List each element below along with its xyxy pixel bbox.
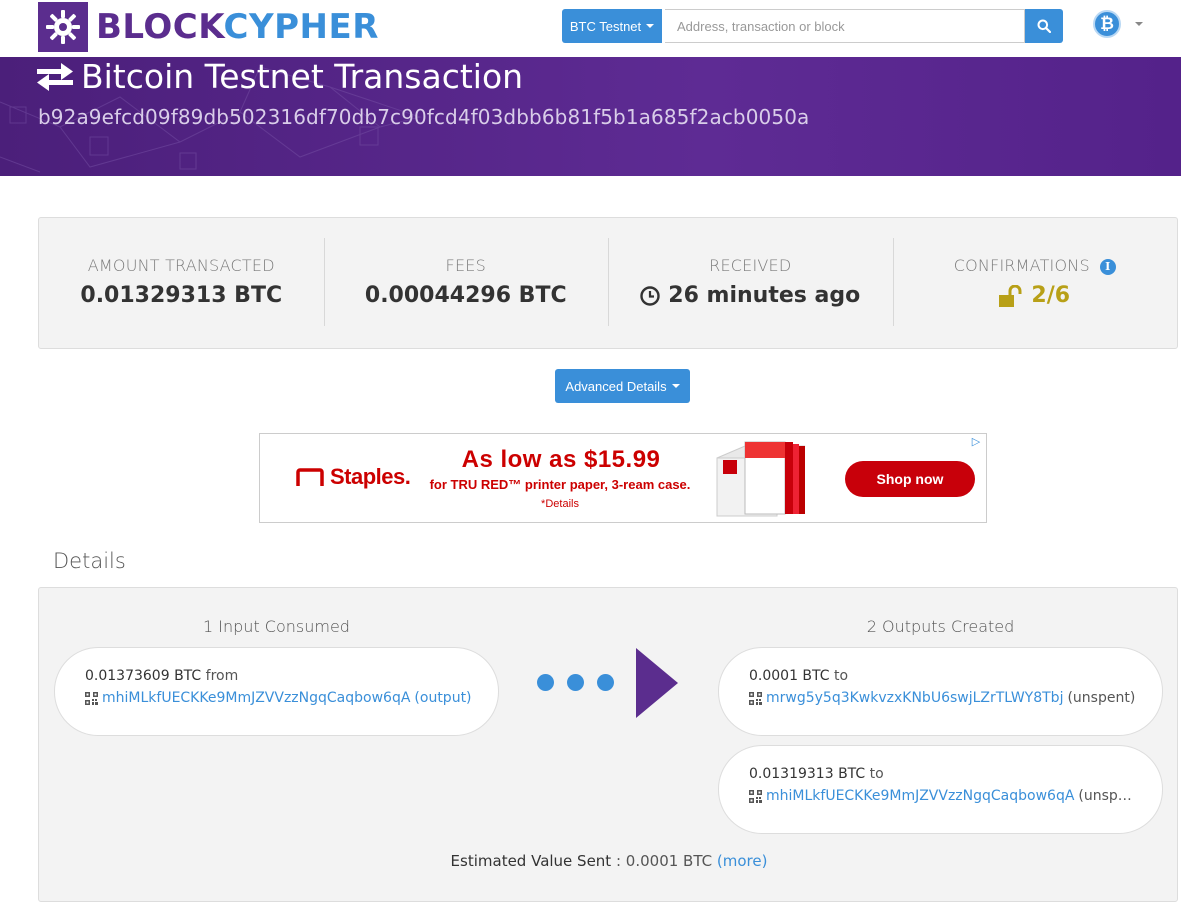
- transaction-hash: b92a9efcd09f89db502316df70db7c90fcd4f03d…: [38, 105, 810, 129]
- ad-shop-now-button[interactable]: Shop now: [845, 461, 975, 497]
- stat-label: CONFIRMATIONS i: [893, 256, 1178, 275]
- flow-dot: [567, 674, 584, 691]
- input-address-line: mhiMLkfUECKKe9MmJZVVzzNgqCaqbow6qA (outp…: [85, 690, 498, 706]
- inputs-heading: 1 Input Consumed: [203, 617, 350, 636]
- exchange-arrows-icon: [37, 62, 73, 91]
- qr-code-icon[interactable]: [85, 691, 98, 705]
- stat-value: 2/6: [893, 283, 1178, 308]
- search-input[interactable]: [665, 9, 1025, 43]
- input-address-link[interactable]: mhiMLkfUECKKe9MmJZVVzzNgqCaqbow6qA: [102, 690, 410, 706]
- unlock-icon: [999, 284, 1022, 307]
- estimate-value: : 0.0001 BTC: [615, 852, 713, 870]
- caret-down-icon: [671, 384, 680, 388]
- info-icon[interactable]: i: [1099, 258, 1116, 275]
- advanced-details-label: Advanced Details: [565, 378, 667, 394]
- network-dropdown-button[interactable]: BTC Testnet: [562, 9, 662, 43]
- input-direction: from: [205, 668, 239, 684]
- ad-brand-logo: Staples.: [296, 464, 411, 490]
- stat-fees: FEES 0.00044296 BTC: [323, 218, 609, 348]
- output-direction: to: [834, 668, 849, 684]
- estimated-value-sent: Estimated Value Sent : 0.0001 BTC (more): [39, 852, 1179, 870]
- brand-logo[interactable]: BLOCKCYPHER: [38, 2, 379, 52]
- output-direction: to: [869, 766, 884, 782]
- stat-received: RECEIVED 26 minutes ago: [608, 218, 893, 348]
- adchoices-icon[interactable]: ▷: [966, 434, 986, 448]
- transaction-hero-banner: Bitcoin Testnet Transaction b92a9efcd09f…: [0, 57, 1181, 176]
- flow-dot: [537, 674, 554, 691]
- advanced-details-button[interactable]: Advanced Details: [555, 369, 690, 403]
- output-card: 0.01319313 BTC to mhiMLkfUECKKe9MmJZVVzz…: [718, 745, 1163, 834]
- caret-down-icon: [646, 24, 655, 28]
- confirmations-count: 2/6: [1031, 283, 1071, 308]
- network-label: BTC Testnet: [569, 18, 642, 34]
- stat-value: 0.01329313 BTC: [80, 283, 283, 308]
- transaction-details-panel: 1 Input Consumed 2 Outputs Created 0.013…: [38, 587, 1178, 902]
- flow-dots: [537, 674, 614, 691]
- clock-icon: [640, 285, 660, 306]
- ad-brand-name: Staples.: [330, 464, 411, 489]
- stat-confirmations: CONFIRMATIONS i 2/6: [892, 218, 1178, 348]
- stat-amount-transacted: AMOUNT TRANSACTED 0.01329313 BTC: [39, 218, 324, 348]
- bitcoin-icon: ₿: [1093, 10, 1121, 38]
- coin-menu-dropdown[interactable]: ₿: [1093, 10, 1143, 38]
- brand-cypher-text: CYPHER: [223, 7, 379, 47]
- output-address-line: mhiMLkfUECKKe9MmJZVVzzNgqCaqbow6qA (unsp…: [749, 788, 1162, 804]
- top-navbar: BLOCKCYPHER BTC Testnet ₿: [0, 0, 1181, 57]
- more-link[interactable]: (more): [717, 852, 768, 870]
- input-amount: 0.01373609 BTC: [85, 668, 202, 684]
- output-address-link[interactable]: mrwg5y5q3KwkvzxKNbU6swjLZrTLWY8Tbj: [766, 690, 1063, 706]
- outputs-heading: 2 Outputs Created: [866, 617, 1015, 636]
- stat-value: 0.00044296 BTC: [364, 283, 567, 308]
- estimate-label: Estimated Value Sent: [450, 852, 612, 870]
- input-output-link[interactable]: (output): [414, 690, 471, 706]
- input-amount-line: 0.01373609 BTC from: [85, 668, 498, 684]
- output-status: (unspent): [1067, 690, 1136, 706]
- stat-label: RECEIVED: [709, 256, 792, 275]
- output-address-link[interactable]: mhiMLkfUECKKe9MmJZVVzzNgqCaqbow6qA: [766, 788, 1074, 804]
- transaction-summary-panel: AMOUNT TRANSACTED 0.01329313 BTC FEES 0.…: [38, 217, 1178, 349]
- advertisement-banner[interactable]: Staples. As low as $15.99 for TRU RED™ p…: [259, 433, 987, 523]
- stat-value: 26 minutes ago: [608, 283, 893, 308]
- flow-arrow-icon: [636, 648, 678, 718]
- ad-subline: for TRU RED™ printer paper, 3-ream case.: [429, 477, 691, 492]
- output-card: 0.0001 BTC to mrwg5y5q3KwkvzxKNbU6swjLZr…: [718, 647, 1163, 736]
- ad-headline: As low as $15.99: [461, 446, 661, 473]
- brand-wordmark: BLOCKCYPHER: [96, 7, 379, 47]
- output-amount-line: 0.01319313 BTC to: [749, 766, 1162, 782]
- paper-ream-product-image: [716, 441, 806, 517]
- brand-block-text: BLOCK: [96, 7, 224, 47]
- caret-down-icon: [1135, 22, 1143, 26]
- input-card: 0.01373609 BTC from mhiMLkfUECKKe9MmJZVV…: [54, 647, 499, 736]
- output-amount: 0.0001 BTC: [749, 668, 830, 684]
- confirmations-label-text: CONFIRMATIONS: [953, 256, 1090, 275]
- stat-label: FEES: [445, 256, 486, 275]
- search-icon: [1037, 19, 1051, 33]
- page-title: Bitcoin Testnet Transaction: [37, 57, 523, 96]
- details-heading: Details: [53, 549, 126, 573]
- output-amount: 0.01319313 BTC: [749, 766, 866, 782]
- stat-label: AMOUNT TRANSACTED: [87, 256, 275, 275]
- search-button[interactable]: [1025, 9, 1063, 43]
- staples-logo-icon: [296, 468, 324, 486]
- blockcypher-logo-icon: [38, 2, 88, 52]
- output-address-line: mrwg5y5q3KwkvzxKNbU6swjLZrTLWY8Tbj (unsp…: [749, 690, 1162, 706]
- qr-code-icon[interactable]: [749, 789, 762, 803]
- flow-dot: [597, 674, 614, 691]
- page-title-text: Bitcoin Testnet Transaction: [81, 57, 524, 96]
- received-time-text: 26 minutes ago: [668, 283, 861, 308]
- ad-details-link[interactable]: *Details: [420, 498, 700, 510]
- output-amount-line: 0.0001 BTC to: [749, 668, 1162, 684]
- qr-code-icon[interactable]: [749, 691, 762, 705]
- output-status: (unsp…: [1078, 788, 1132, 804]
